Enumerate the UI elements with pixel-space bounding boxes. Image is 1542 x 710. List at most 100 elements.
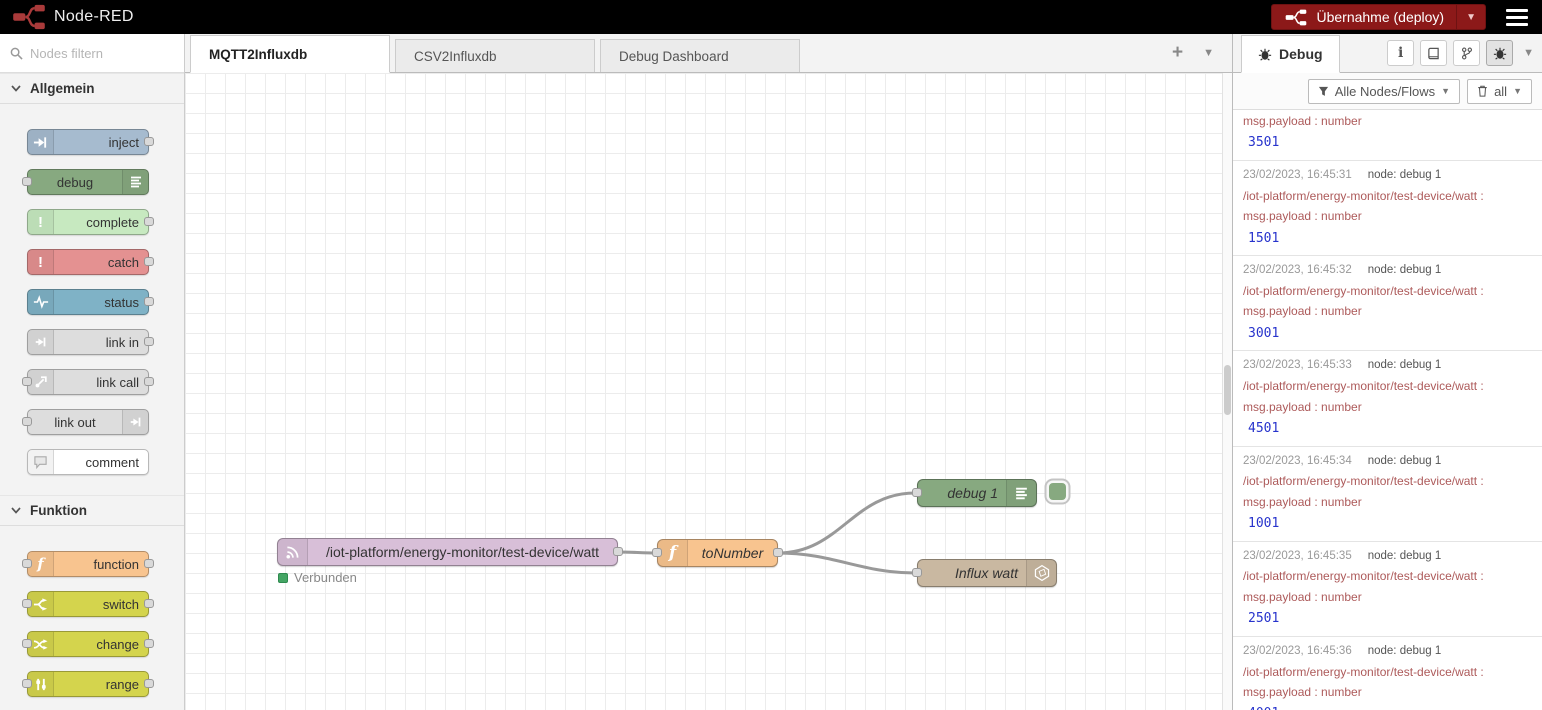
node-port[interactable] [22, 559, 32, 568]
debug-message[interactable]: msg.payload : number 3501 [1233, 110, 1542, 161]
node-input-port[interactable] [652, 548, 662, 557]
config-nodes-tab-button[interactable] [1453, 40, 1480, 66]
node-port[interactable] [144, 297, 154, 306]
info-tab-button[interactable]: i [1387, 40, 1414, 66]
palette-node-label: function [54, 557, 148, 572]
tab-label: MQTT2Influxdb [209, 47, 307, 62]
palette-search[interactable] [0, 34, 184, 73]
deploy-button[interactable]: Übernahme (deploy) ▼ [1271, 4, 1486, 30]
node-port[interactable] [144, 377, 154, 386]
link-in-icon [28, 330, 54, 354]
palette-node-label: catch [54, 255, 148, 270]
tab-label: Debug [1279, 46, 1323, 62]
message-value[interactable]: 3001 [1243, 326, 1532, 342]
message-timestamp: 23/02/2023, 16:45:31 [1243, 169, 1352, 183]
node-output-port[interactable] [613, 547, 623, 556]
node-port[interactable] [144, 257, 154, 266]
flow-node-mqtt-in[interactable]: /iot-platform/energy-monitor/test-device… [277, 538, 618, 566]
deploy-icon [1284, 9, 1308, 26]
palette-node-comment[interactable]: comment [27, 449, 149, 475]
message-path: msg.payload : number [1243, 495, 1532, 509]
palette-node-function[interactable]: f function [27, 551, 149, 577]
debug-message[interactable]: 23/02/2023, 16:45:36 node: debug 1 /iot-… [1233, 637, 1542, 710]
debug-clear-button[interactable]: all ▼ [1467, 79, 1532, 104]
node-port[interactable] [144, 137, 154, 146]
node-port[interactable] [22, 177, 32, 186]
node-port[interactable] [22, 377, 32, 386]
sidebar-options-caret[interactable]: ▼ [1523, 47, 1534, 59]
message-value[interactable]: 2501 [1243, 611, 1532, 627]
scrollbar-thumb[interactable] [1224, 365, 1231, 415]
node-port[interactable] [144, 559, 154, 568]
message-topic: /iot-platform/energy-monitor/test-device… [1243, 284, 1532, 298]
palette-node-link-out[interactable]: link out [27, 409, 149, 435]
node-port[interactable] [22, 599, 32, 608]
help-tab-button[interactable] [1420, 40, 1447, 66]
chevron-down-icon [11, 507, 21, 514]
flow-list-caret[interactable]: ▼ [1203, 47, 1214, 59]
palette-node-link-call[interactable]: link call [27, 369, 149, 395]
flow-node-influx-watt[interactable]: Influx watt [917, 559, 1057, 587]
palette-node-label: link in [54, 335, 148, 350]
status-pulse-icon [28, 290, 54, 314]
debug-message[interactable]: 23/02/2023, 16:45:33 node: debug 1 /iot-… [1233, 351, 1542, 446]
debug-filter-button[interactable]: Alle Nodes/Flows ▼ [1308, 79, 1460, 104]
debug-sidebar: Debug i ▼ Alle Nodes/Flows ▼ all ▼ [1232, 34, 1542, 710]
palette-node-label: switch [54, 597, 148, 612]
flow-node-tonumber[interactable]: f toNumber [657, 539, 778, 567]
node-input-port[interactable] [912, 488, 922, 497]
tab-mqtt2influxdb[interactable]: MQTT2Influxdb [190, 35, 390, 73]
debug-message[interactable]: 23/02/2023, 16:45:31 node: debug 1 /iot-… [1233, 161, 1542, 256]
palette-node-switch[interactable]: switch [27, 591, 149, 617]
palette-node-link-in[interactable]: link in [27, 329, 149, 355]
palette-node-debug[interactable]: debug [27, 169, 149, 195]
message-value[interactable]: 4001 [1243, 706, 1532, 710]
tab-csv2influxdb[interactable]: CSV2Influxdb [395, 39, 595, 72]
node-port[interactable] [144, 599, 154, 608]
palette-node-range[interactable]: range [27, 671, 149, 697]
palette-node-complete[interactable]: ! complete [27, 209, 149, 235]
message-node: node: debug 1 [1368, 550, 1442, 564]
node-port[interactable] [22, 679, 32, 688]
canvas-vertical-scrollbar[interactable] [1222, 73, 1232, 710]
palette-node-label: status [54, 295, 148, 310]
palette-node-status[interactable]: status [27, 289, 149, 315]
debug-tab-button[interactable] [1486, 40, 1513, 66]
node-port[interactable] [144, 639, 154, 648]
node-port[interactable] [144, 217, 154, 226]
message-value[interactable]: 4501 [1243, 421, 1532, 437]
debug-message-list[interactable]: msg.payload : number 3501 23/02/2023, 16… [1233, 110, 1542, 710]
node-input-port[interactable] [912, 568, 922, 577]
message-value[interactable]: 1501 [1243, 231, 1532, 247]
tab-debug[interactable]: Debug [1241, 35, 1340, 73]
node-port[interactable] [144, 337, 154, 346]
palette-node-label: change [54, 637, 148, 652]
influxdb-icon [1026, 560, 1056, 586]
palette-node-catch[interactable]: ! catch [27, 249, 149, 275]
debug-message[interactable]: 23/02/2023, 16:45:32 node: debug 1 /iot-… [1233, 256, 1542, 351]
message-value[interactable]: 1001 [1243, 516, 1532, 532]
node-port[interactable] [144, 679, 154, 688]
debug-message[interactable]: 23/02/2023, 16:45:35 node: debug 1 /iot-… [1233, 542, 1542, 637]
debug-message[interactable]: 23/02/2023, 16:45:34 node: debug 1 /iot-… [1233, 447, 1542, 542]
flow-node-debug1[interactable]: debug 1 [917, 479, 1037, 507]
palette-search-input[interactable] [30, 46, 160, 61]
palette-category-funktion[interactable]: Funktion [0, 495, 184, 526]
debug-enable-toggle[interactable] [1049, 483, 1066, 500]
tab-debug-dashboard[interactable]: Debug Dashboard [600, 39, 800, 72]
node-port[interactable] [22, 639, 32, 648]
palette-category-allgemein[interactable]: Allgemein [0, 73, 184, 104]
message-path: msg.payload : number [1243, 590, 1532, 604]
palette-node-label: link out [28, 415, 122, 430]
debug-list-icon [122, 170, 148, 194]
add-flow-button[interactable]: + [1172, 42, 1183, 64]
node-port[interactable] [22, 417, 32, 426]
palette-node-inject[interactable]: inject [27, 129, 149, 155]
node-output-port[interactable] [773, 548, 783, 557]
flow-canvas[interactable]: /iot-platform/energy-monitor/test-device… [185, 73, 1232, 710]
message-value[interactable]: 3501 [1243, 135, 1532, 151]
palette-node-change[interactable]: change [27, 631, 149, 657]
flow-node-label: Influx watt [918, 565, 1026, 581]
main-menu-button[interactable] [1504, 5, 1530, 30]
deploy-options-caret[interactable]: ▼ [1456, 5, 1485, 29]
